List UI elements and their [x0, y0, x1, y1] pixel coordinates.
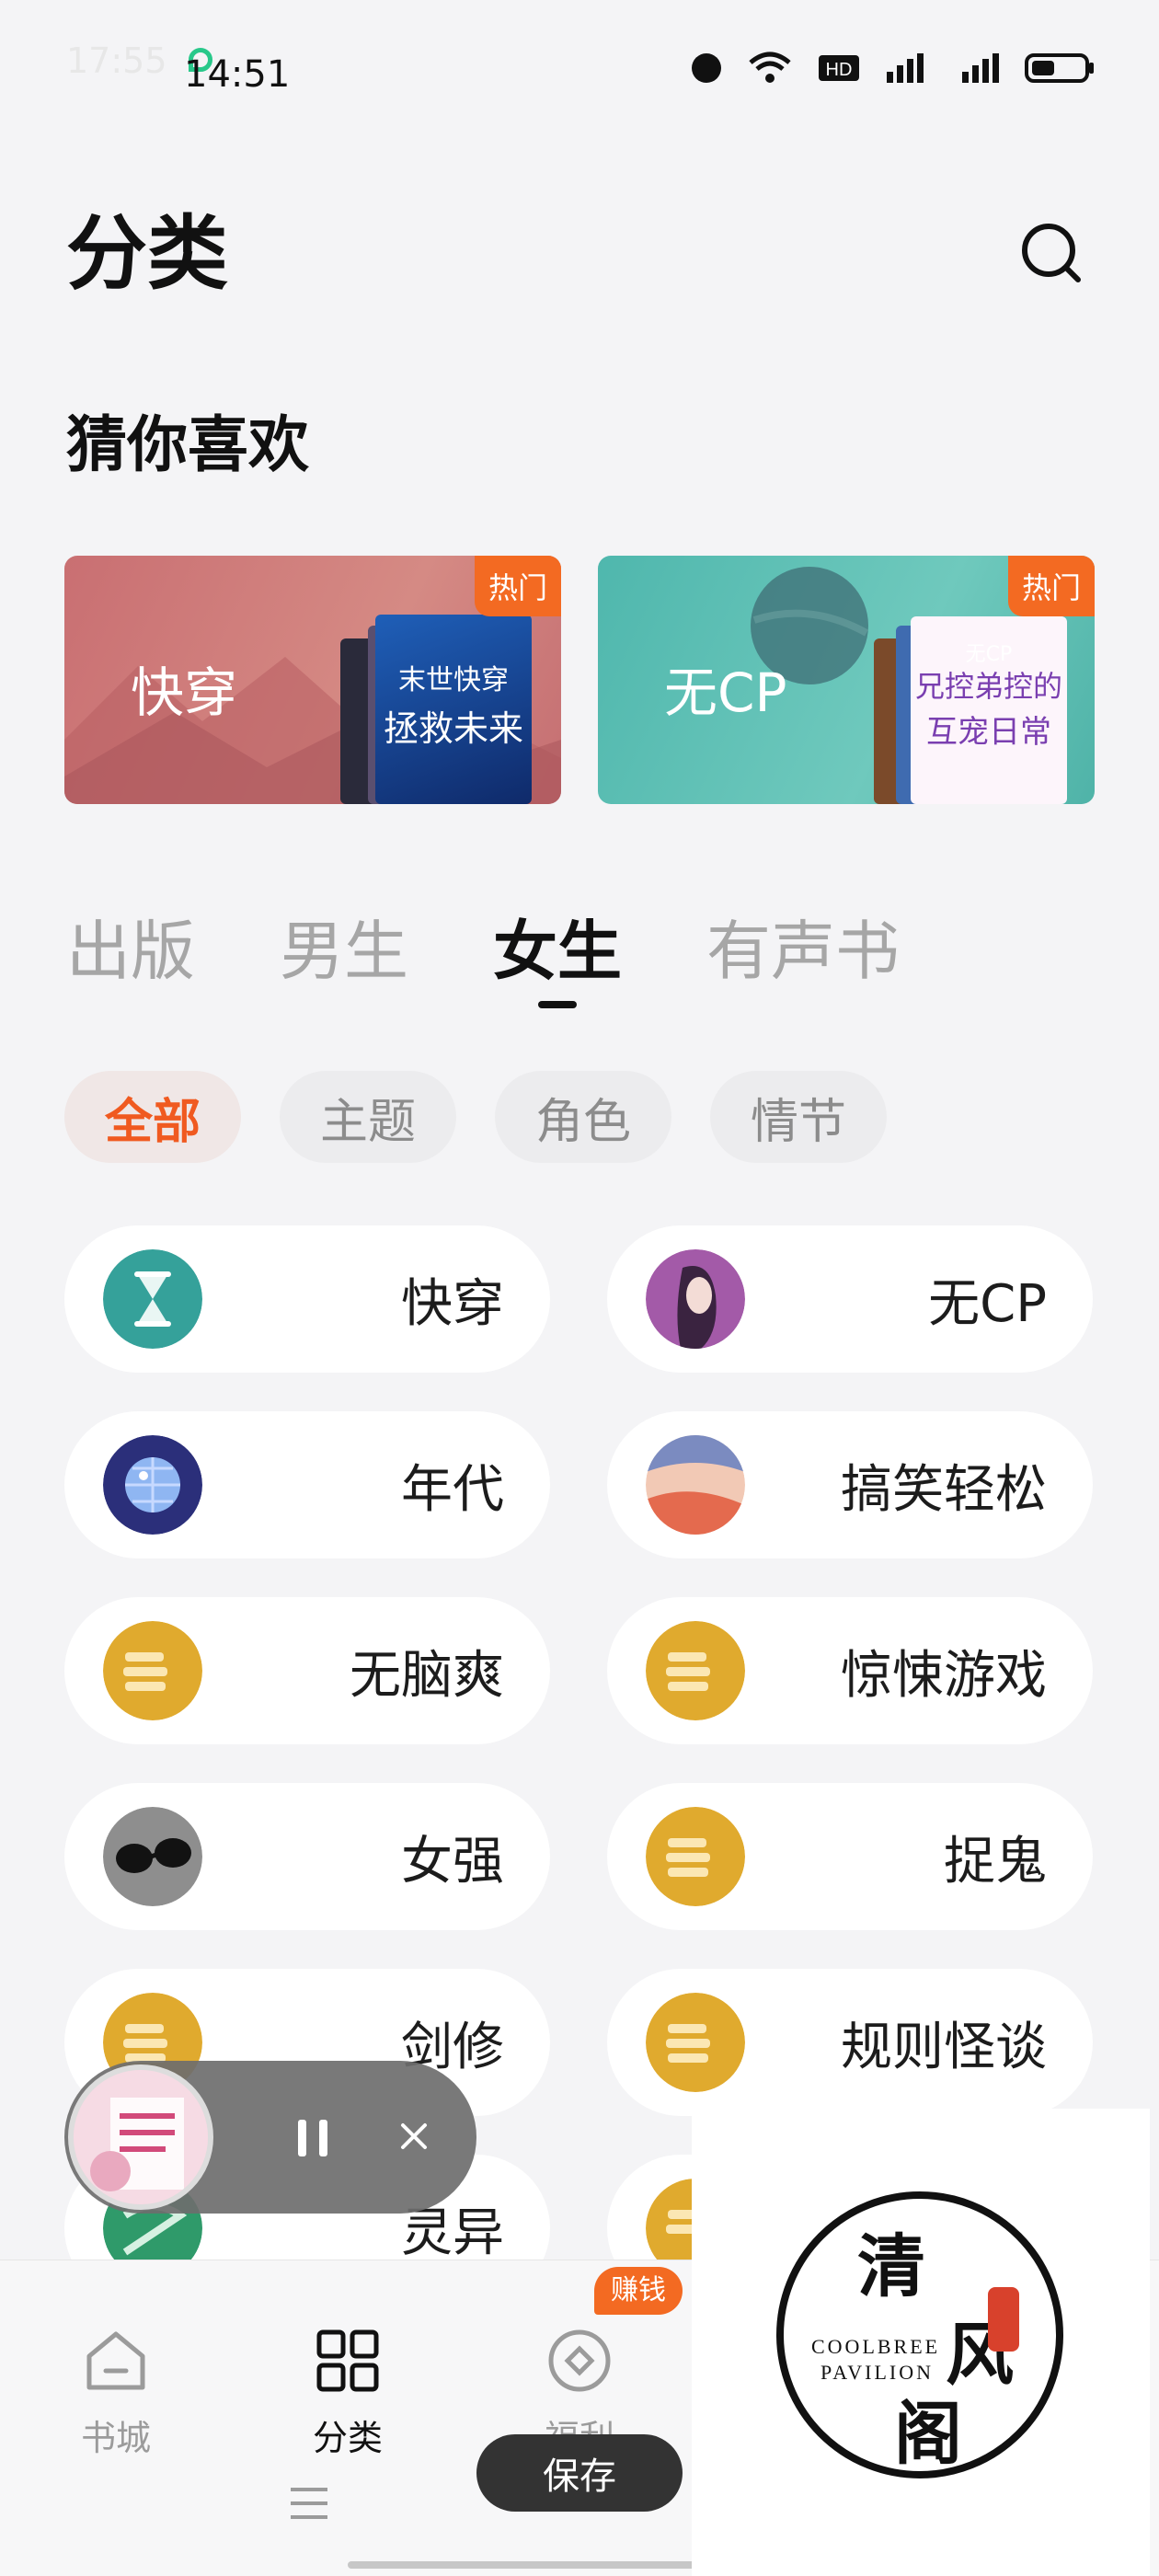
- disco-ball-icon: [103, 1435, 202, 1535]
- tab-label: 女生: [493, 914, 622, 989]
- watermark-char: 阁: [894, 2395, 962, 2474]
- hot-badge: 热门: [475, 556, 561, 616]
- grid-icon: [316, 2329, 379, 2392]
- tab-audiobook[interactable]: 有声书: [706, 900, 900, 993]
- feature-card-label: 无CP: [664, 661, 787, 724]
- svg-text:HD: HD: [826, 60, 853, 80]
- feature-card-kuaichuan[interactable]: 快穿 末世快穿 拯救未来 热门: [64, 556, 561, 804]
- nav-label: 分类: [312, 2418, 383, 2458]
- filter-chips: 全部 主题 角色 情节: [64, 1071, 887, 1163]
- menu-icon[interactable]: [287, 2484, 331, 2523]
- nav-label: 书城: [80, 2418, 151, 2458]
- earn-badge: 赚钱: [594, 2267, 683, 2315]
- book-stack-icon: [646, 1807, 745, 1906]
- category-item[interactable]: 惊悚游戏: [607, 1597, 1093, 1744]
- category-label: 捉鬼: [944, 1831, 1047, 1892]
- category-item[interactable]: 规则怪谈: [607, 1969, 1093, 2116]
- chip-all[interactable]: 全部: [64, 1071, 241, 1163]
- sunglasses-icon: [103, 1807, 202, 1906]
- status-icons: HD: [690, 52, 1095, 85]
- chip-plot[interactable]: 情节: [710, 1071, 887, 1163]
- book-title-line3: 互宠日常: [926, 714, 1051, 751]
- tab-female[interactable]: 女生: [493, 900, 622, 1008]
- hot-badge: 热门: [1008, 556, 1095, 616]
- status-time: 14:51: [184, 53, 291, 96]
- watermark-en: COOLBREE: [811, 2335, 941, 2358]
- recommend-title: 猜你喜欢: [66, 409, 309, 480]
- category-item[interactable]: 快穿: [64, 1225, 550, 1373]
- hourglass-icon: [103, 1249, 202, 1349]
- coin-icon: [548, 2329, 611, 2392]
- nav-bookstore[interactable]: 书城: [52, 2325, 180, 2460]
- chip-role[interactable]: 角色: [495, 1071, 671, 1163]
- watermark-char: 清: [857, 2227, 925, 2306]
- wifi-icon: [749, 52, 791, 83]
- book-stack-icon: [103, 1621, 202, 1720]
- player-cover[interactable]: [68, 2064, 213, 2210]
- book-cover: 末世快穿 拯救未来: [375, 615, 532, 804]
- book-title-line2: 拯救未来: [383, 708, 523, 749]
- close-icon[interactable]: [386, 2109, 442, 2164]
- category-label: 惊悚游戏: [841, 1645, 1047, 1706]
- battery-icon: [1025, 53, 1094, 83]
- book-stack-icon: [646, 1621, 745, 1720]
- book-title-line2: 兄控弟控的: [914, 669, 1062, 704]
- book-cover: 无CP 兄控弟控的 互宠日常: [911, 616, 1067, 804]
- category-label: 无CP: [928, 1273, 1047, 1334]
- category-item[interactable]: 搞笑轻松: [607, 1411, 1093, 1558]
- category-label: 女强: [401, 1831, 504, 1892]
- feature-card-label: 快穿: [131, 661, 238, 724]
- home-icon: [86, 2331, 145, 2390]
- landscape-icon: [646, 1435, 745, 1535]
- nav-category[interactable]: 分类: [283, 2325, 412, 2460]
- category-tabs: 出版 男生 女生 有声书: [66, 900, 984, 1008]
- category-item[interactable]: 捉鬼: [607, 1783, 1093, 1930]
- watermark-stamp: [988, 2287, 1019, 2352]
- book-stack-icon: [646, 1993, 745, 2092]
- girl-portrait-icon: [646, 1249, 745, 1349]
- category-item[interactable]: 无CP: [607, 1225, 1093, 1373]
- category-label: 快穿: [401, 1273, 504, 1334]
- watermark-seal: 清 COOLBREE 风 PAVILION 阁: [776, 2191, 1063, 2478]
- audio-mini-player[interactable]: [64, 2061, 476, 2214]
- tab-publish[interactable]: 出版: [66, 900, 195, 993]
- hd-icon: HD: [819, 55, 859, 81]
- category-label: 规则怪谈: [841, 2017, 1047, 2077]
- category-label: 搞笑轻松: [841, 1459, 1047, 1520]
- tab-label: 有声书: [706, 914, 900, 989]
- status-bar: 17:55 14:51 HD: [0, 0, 1159, 138]
- tab-label: 出版: [66, 914, 195, 989]
- signal-4g-icon: [962, 53, 999, 83]
- tab-active-indicator: [538, 1001, 577, 1008]
- page-title: 分类: [66, 206, 229, 301]
- tab-label: 男生: [280, 914, 408, 989]
- signal-icon: [887, 53, 924, 83]
- category-label: 年代: [401, 1459, 504, 1520]
- status-time-ghost: 17:55: [66, 40, 167, 81]
- save-button[interactable]: 保存: [476, 2434, 683, 2512]
- category-item[interactable]: 无脑爽: [64, 1597, 550, 1744]
- feature-card-wucp[interactable]: 无CP 无CP 兄控弟控的 互宠日常 热门: [598, 556, 1095, 804]
- search-icon[interactable]: [1019, 221, 1085, 287]
- pause-icon[interactable]: [285, 2110, 340, 2166]
- category-item[interactable]: 年代: [64, 1411, 550, 1558]
- category-label: 无脑爽: [350, 1645, 504, 1706]
- chip-theme[interactable]: 主题: [280, 1071, 456, 1163]
- book-title-line1: 末世快穿: [398, 664, 509, 696]
- notification-icon: [692, 53, 721, 83]
- tab-male[interactable]: 男生: [280, 900, 408, 993]
- category-item[interactable]: 女强: [64, 1783, 550, 1930]
